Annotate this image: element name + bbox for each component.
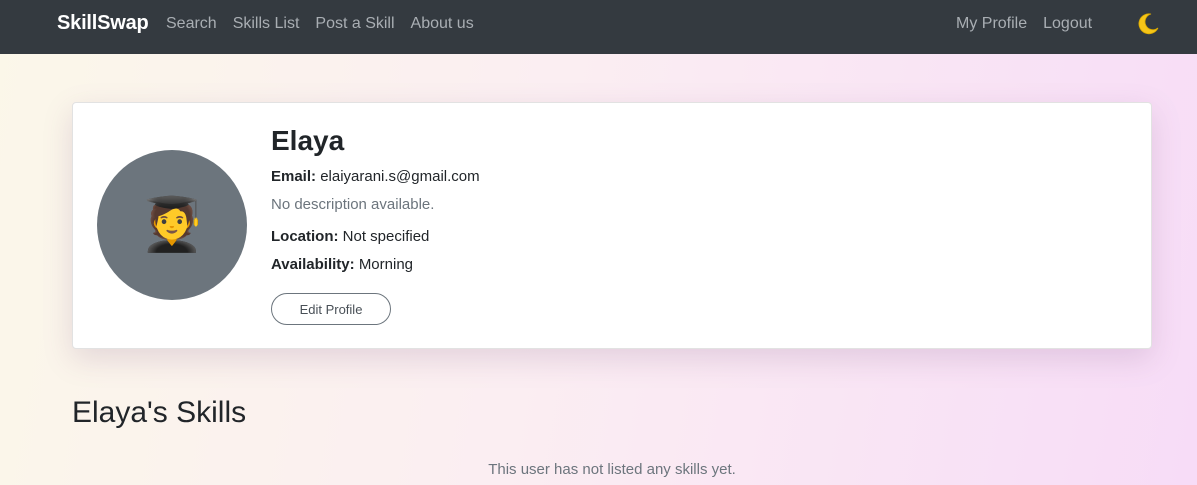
profile-name: Elaya	[271, 125, 345, 156]
profile-card: 🧑‍🎓 Elaya Email: elaiyarani.s@gmail.com …	[72, 102, 1152, 349]
location-row: Location: Not specified	[271, 228, 429, 245]
nav-link-about-us[interactable]: About us	[411, 15, 474, 33]
availability-label: Availability:	[271, 256, 355, 273]
avatar: 🧑‍🎓	[97, 150, 247, 300]
nav-right-links: My Profile Logout	[956, 15, 1108, 33]
location-value: Not specified	[342, 228, 430, 245]
nav-left-links: Search Skills List Post a Skill About us	[166, 15, 490, 33]
brand-logo[interactable]: SkillSwap	[57, 12, 149, 35]
email-row: Email: elaiyarani.s@gmail.com	[271, 168, 480, 185]
empty-skills-message: This user has not listed any skills yet.	[488, 461, 736, 478]
moon-icon[interactable]	[1135, 11, 1161, 37]
email-label: Email:	[271, 168, 317, 185]
student-icon: 🧑‍🎓	[139, 196, 205, 254]
location-label: Location:	[271, 228, 339, 245]
nav-link-post-skill[interactable]: Post a Skill	[315, 15, 394, 33]
availability-row: Availability: Morning	[271, 256, 413, 273]
skills-heading: Elaya's Skills	[72, 396, 247, 429]
nav-link-skills-list[interactable]: Skills List	[233, 15, 300, 33]
edit-profile-button[interactable]: Edit Profile	[271, 293, 391, 325]
availability-value: Morning	[358, 256, 414, 273]
nav-link-search[interactable]: Search	[166, 15, 217, 33]
email-value: elaiyarani.s@gmail.com	[320, 168, 480, 185]
navbar: SkillSwap Search Skills List Post a Skil…	[0, 0, 1197, 54]
nav-link-logout[interactable]: Logout	[1043, 15, 1092, 33]
nav-link-my-profile[interactable]: My Profile	[956, 15, 1027, 33]
profile-description: No description available.	[271, 196, 435, 213]
